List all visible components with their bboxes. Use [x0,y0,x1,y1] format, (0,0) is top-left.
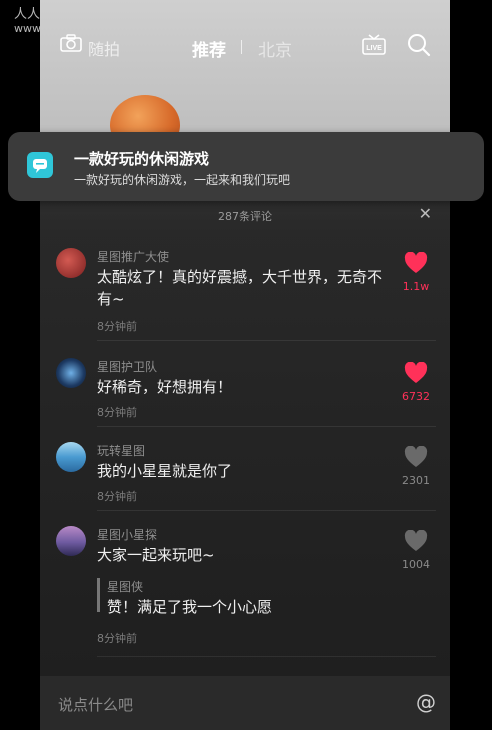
app-icon [27,152,53,178]
top-nav: 随拍 推荐 北京 LIVE [40,30,450,64]
divider [97,656,436,657]
phone-screen: 随拍 推荐 北京 LIVE 287条评论 ✕ 星图推广大使 太酷炫了！真的好震撼… [40,0,450,730]
comment-text: 我的小星星就是你了 [97,462,233,480]
live-tv-icon[interactable]: LIVE [362,34,386,56]
avatar[interactable] [56,442,86,472]
heart-icon [404,361,428,383]
tab-beijing[interactable]: 北京 [258,36,292,61]
comment-username[interactable]: 星图小星探 [97,526,157,543]
like-count: 6732 [402,390,430,403]
tab-recommend[interactable]: 推荐 [192,36,226,61]
comment-time: 8分钟前 [97,490,137,503]
notification-title: 一款好玩的休闲游戏 [74,150,210,168]
divider [97,510,436,511]
avatar[interactable] [56,358,86,388]
notification-body: 一款好玩的休闲游戏，一起来和我们玩吧 [74,173,291,187]
reply-text: 赞！满足了我一个小心愿 [107,598,273,616]
heart-icon [404,529,428,551]
live-label: LIVE [366,45,382,52]
close-icon[interactable]: ✕ [419,204,432,223]
comment-username[interactable]: 玩转星图 [97,442,145,459]
comment-input[interactable]: 说点什么吧 [58,694,133,715]
comments-sheet: 287条评论 ✕ 星图推广大使 太酷炫了！真的好震撼，大千世界，无奇不有~ 8分… [40,200,450,730]
divider [97,340,436,341]
heart-icon [404,251,428,273]
comment-time: 8分钟前 [97,320,137,333]
comment-text: 太酷炫了！真的好震撼，大千世界，无奇不有~ [97,268,383,308]
camera-icon[interactable] [60,34,82,52]
reply-indicator [97,578,100,612]
reply-username[interactable]: 星图侠 [107,578,143,595]
like-count: 1004 [402,558,430,571]
comment-text: 好稀奇，好想拥有！ [97,378,233,396]
comment-input-bar: 说点什么吧 @ [40,676,450,730]
like-button[interactable]: 6732 [396,361,436,403]
avatar[interactable] [56,526,86,556]
comment-time: 8分钟前 [97,632,137,645]
comment-text: 大家一起来玩吧~ [97,546,215,564]
like-button[interactable]: 1004 [396,529,436,571]
comment-username[interactable]: 星图推广大使 [97,248,169,265]
avatar[interactable] [56,248,86,278]
capture-button[interactable]: 随拍 [88,36,120,60]
mention-icon[interactable]: @ [416,690,436,714]
tab-divider [241,40,242,54]
comment-count: 287条评论 [218,210,272,223]
push-notification[interactable]: 一款好玩的休闲游戏 一款好玩的休闲游戏，一起来和我们玩吧 [8,132,484,201]
search-icon[interactable] [406,32,432,58]
like-count: 1.1w [402,280,430,293]
chat-bubble-icon [33,159,47,173]
like-count: 2301 [402,474,430,487]
comment-username[interactable]: 星图护卫队 [97,358,157,375]
like-button[interactable]: 1.1w [396,251,436,293]
heart-icon [404,445,428,467]
divider [97,426,436,427]
like-button[interactable]: 2301 [396,445,436,487]
comment-time: 8分钟前 [97,406,137,419]
